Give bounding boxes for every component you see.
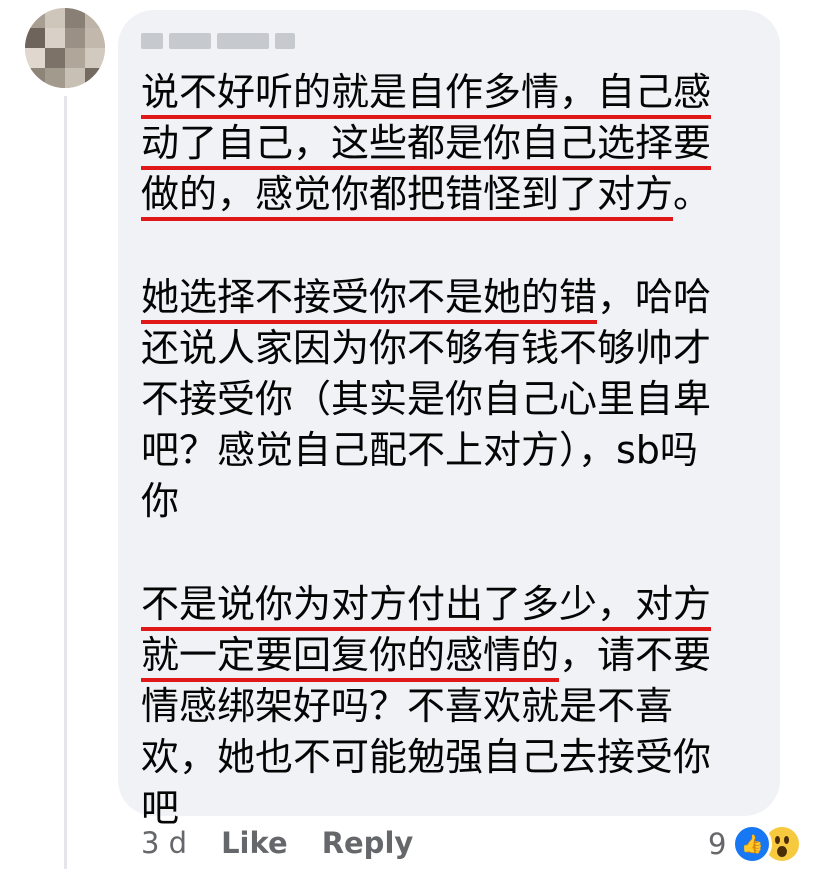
comment-text-segment: 不接受你（其实是你自己心里自卑 [141, 377, 712, 421]
comment-paragraph: 她选择不接受你不是她的错，哈哈 还说人家因为你不够有钱不够帅才 不接受你（其实是你自… [141, 272, 771, 527]
comment-paragraph: 不是说你为对方付出了多少，对方 就一定要回复你的感情的，请不要 情感绑架好吗？不喜欢… [141, 579, 771, 834]
like-button[interactable]: Like [221, 826, 288, 860]
reply-button[interactable]: Reply [322, 826, 414, 860]
underlined-text: 她选择不接受你不是她的错 [141, 275, 598, 324]
reply-thread-line [64, 96, 67, 869]
like-icon: 👍 [732, 824, 773, 864]
comment-text-segment: 欢，她也不可能勉强自己去接受你 [141, 735, 712, 779]
avatar[interactable] [25, 8, 105, 88]
comment-text-segment: 情感绑架好吗？不喜欢就是不喜 [141, 684, 674, 728]
comment-line: 欢，她也不可能勉强自己去接受你 [141, 732, 771, 783]
comment-text-segment: 。 [673, 172, 712, 216]
underlined-text: 就一定要回复你的感情的 [141, 633, 560, 682]
comment-text-segment: 还说人家因为你不够有钱不够帅才 [141, 326, 712, 370]
comment-line: 做的，感觉你都把错怪到了对方。 [141, 169, 771, 221]
author-name-blurred[interactable] [141, 29, 301, 53]
comment-line: 不接受你（其实是你自己心里自卑 [141, 374, 771, 425]
timestamp[interactable]: 3 d [141, 826, 187, 860]
comment-line: 情感绑架好吗？不喜欢就是不喜 [141, 681, 771, 732]
reaction-count: 9 [708, 827, 727, 861]
comment-line: 还说人家因为你不够有钱不够帅才 [141, 323, 771, 374]
comment-actions: 3 d Like Reply [141, 826, 447, 860]
comment-text-segment: 吧？感觉自己配不上对方），sb吗 [141, 428, 698, 472]
comment-line: 动了自己，这些都是你自己选择要 [141, 118, 771, 170]
comment-text-segment: 你 [141, 479, 180, 523]
comment-text-segment: 吧 [141, 786, 180, 830]
comment-line: 就一定要回复你的感情的，请不要 [141, 630, 771, 682]
comment-line: 说不好听的就是自作多情，自己感 [141, 67, 771, 119]
underlined-text: 动了自己，这些都是你自己选择要 [141, 121, 712, 170]
comment-line: 不是说你为对方付出了多少，对方 [141, 579, 771, 631]
reaction-summary[interactable]: 9 👍 [708, 824, 803, 864]
comment-line: 她选择不接受你不是她的错，哈哈 [141, 272, 771, 324]
underlined-text: 做的，感觉你都把错怪到了对方 [141, 172, 674, 221]
comment-line: 吧？感觉自己配不上对方），sb吗 [141, 425, 771, 476]
comment-line: 你 [141, 476, 771, 527]
comment-text: 说不好听的就是自作多情，自己感 动了自己，这些都是你自己选择要 做的，感觉你都把错怪… [141, 67, 771, 834]
comment-text-segment: ，请不要 [559, 633, 712, 677]
comment-text-segment: ，哈哈 [597, 275, 712, 319]
underlined-text: 不是说你为对方付出了多少，对方 [141, 582, 712, 631]
comment-paragraph: 说不好听的就是自作多情，自己感 动了自己，这些都是你自己选择要 做的，感觉你都把错怪… [141, 67, 771, 221]
underlined-text: 说不好听的就是自作多情，自己感 [141, 70, 712, 119]
